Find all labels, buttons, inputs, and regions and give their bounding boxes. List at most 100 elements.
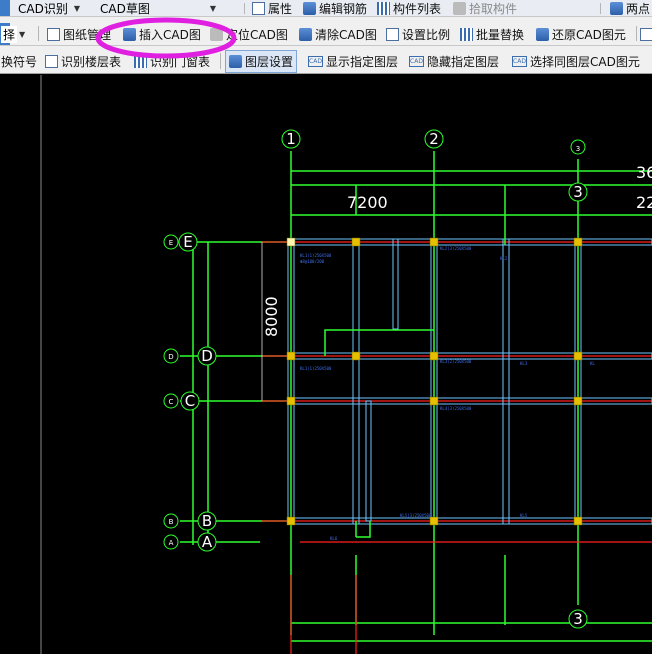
two-points-button[interactable]: 两点 (610, 0, 650, 16)
identify-other-table-button[interactable]: 识别门窗表 (134, 50, 210, 73)
identify-floor-table-button[interactable]: 识别楼层表 (45, 50, 121, 73)
clear-icon (299, 27, 312, 41)
restore-icon (536, 27, 549, 41)
toolbar-row-1: CAD识别 ▼ CAD草图 ▼ 属性 编辑钢筋 构件列表 拾取构件 两点 (0, 0, 652, 17)
button-label: 设置比例 (402, 27, 451, 42)
dropdown-label: CAD草图 (100, 1, 150, 16)
dropdown-label: 择 (1, 25, 18, 43)
row-axis-labels: E E D D C C B B A A (168, 233, 213, 551)
svg-text:KL3: KL3 (520, 361, 528, 366)
dim-8000: 8000 (262, 296, 281, 337)
locate-icon (210, 27, 223, 41)
axis-label-row-d-small: D (168, 353, 173, 361)
measure-icon (610, 1, 623, 15)
separator (600, 3, 601, 15)
floor-table-icon (45, 55, 58, 68)
axis-lines-horizontal (180, 241, 291, 545)
svg-text:KL1(1)250X500: KL1(1)250X500 (300, 366, 332, 371)
axis-label-row-b-small: B (169, 518, 174, 526)
button-label: 换符号 (1, 55, 38, 69)
button-label: 定位CAD图 (226, 27, 288, 42)
overflow-button[interactable] (640, 23, 652, 45)
cad-recognition-dropdown[interactable]: CAD识别 ▼ (18, 0, 80, 16)
cad-hide-icon: CAD (409, 56, 424, 67)
axis-label-col-3-bottom: 3 (573, 610, 583, 628)
scale-icon (386, 27, 399, 41)
cad-drawing-canvas[interactable]: KL1(1)250X500 Φ8@100/200 KL2(3)250X500 K… (0, 75, 652, 654)
select-dropdown[interactable]: 择 ▼ (0, 23, 25, 45)
chevron-down-icon: ▼ (19, 29, 26, 39)
button-label: 选择同图层CAD图元 (530, 55, 640, 69)
properties-button[interactable]: 属性 (252, 0, 292, 16)
button-label: 还原CAD图元 (552, 27, 626, 42)
axis-label-col-1: 1 (286, 130, 296, 148)
svg-text:KL2(3)250X500: KL2(3)250X500 (440, 246, 472, 251)
toolbar-row-3: 换符号 识别楼层表 识别门窗表 图层设置 CAD 显示指定图层 CAD 隐藏指定图层… (0, 50, 652, 74)
button-label: 清除CAD图 (315, 27, 377, 42)
svg-text:KL5: KL5 (520, 513, 528, 518)
replace-symbol-button[interactable]: 换符号 (1, 50, 37, 73)
clear-cad-button[interactable]: 清除CAD图 (299, 23, 377, 45)
set-scale-button[interactable]: 设置比例 (386, 23, 450, 45)
restore-cad-button[interactable]: 还原CAD图元 (536, 23, 626, 45)
svg-text:KL5(3)250X500: KL5(3)250X500 (400, 513, 432, 518)
properties-icon (252, 1, 265, 15)
dropdown-label: CAD识别 (18, 1, 68, 16)
axis-label-col-3: 3 (573, 183, 583, 201)
table-icon (134, 55, 147, 68)
pick-component-button[interactable]: 拾取构件 (453, 0, 517, 16)
pick-icon (453, 1, 466, 15)
batch-replace-button[interactable]: 批量替换 (460, 23, 524, 45)
drawing-manage-icon (47, 27, 60, 41)
list-icon (377, 1, 390, 15)
cad-sketch-dropdown[interactable]: CAD草图 ▼ (100, 0, 216, 16)
button-label: 识别门窗表 (150, 55, 211, 69)
edit-rebar-button[interactable]: 编辑钢筋 (303, 0, 367, 16)
button-label: 构件列表 (393, 1, 442, 16)
button-label: 属性 (268, 1, 293, 16)
chevron-down-icon: ▼ (73, 3, 80, 13)
axis-label-row-b: B (202, 512, 212, 530)
more-icon (640, 27, 652, 41)
svg-text:KL6: KL6 (330, 536, 338, 541)
rebar-icon (303, 1, 316, 15)
replace-icon (460, 27, 473, 41)
chevron-down-icon: ▼ (209, 3, 216, 13)
axis-label-row-c-small: C (169, 398, 174, 406)
axis-label-row-d: D (201, 347, 213, 365)
insert-cad-button[interactable]: 插入CAD图 (123, 23, 201, 45)
dim-top-right-1: 36 (636, 163, 652, 182)
separator (38, 26, 39, 42)
svg-text:KL: KL (590, 361, 595, 366)
insert-cad-icon (123, 27, 136, 41)
cad-select-icon: CAD (512, 56, 527, 67)
axis-label-row-e: E (183, 233, 192, 251)
separator (636, 26, 637, 42)
show-layer-button[interactable]: CAD 显示指定图层 (308, 50, 398, 73)
select-same-layer-button[interactable]: CAD 选择同图层CAD图元 (512, 50, 640, 73)
locate-cad-button[interactable]: 定位CAD图 (210, 23, 288, 45)
component-list-button[interactable]: 构件列表 (377, 0, 441, 16)
cad-show-icon: CAD (308, 56, 323, 67)
svg-text:KL3(2)250X500: KL3(2)250X500 (440, 359, 472, 364)
button-label: 批量替换 (476, 27, 525, 42)
hide-layer-button[interactable]: CAD 隐藏指定图层 (409, 50, 499, 73)
axis-label-row-c: C (185, 392, 195, 410)
layer-settings-button[interactable]: 图层设置 (225, 50, 298, 73)
svg-text:KL4(3)250X500: KL4(3)250X500 (440, 406, 472, 411)
svg-text:Φ8@100/200: Φ8@100/200 (300, 259, 325, 264)
dim-7200: 7200 (347, 193, 388, 212)
axis-label-row-a-small: A (169, 539, 174, 547)
button-label: 图纸管理 (63, 27, 112, 42)
wall-outlines (287, 238, 652, 525)
axis-label-col-2: 2 (429, 130, 439, 148)
svg-text:KL1(1)250X500: KL1(1)250X500 (300, 253, 332, 258)
drawing-manage-button[interactable]: 图纸管理 (47, 23, 111, 45)
axis-label-row-a: A (202, 533, 213, 551)
button-label: 拾取构件 (469, 1, 518, 16)
dim-top-right-2: 22 (636, 193, 652, 212)
button-label: 编辑钢筋 (319, 1, 368, 16)
button-label: 隐藏指定图层 (427, 55, 500, 69)
separator (220, 53, 221, 70)
separator (244, 3, 245, 15)
